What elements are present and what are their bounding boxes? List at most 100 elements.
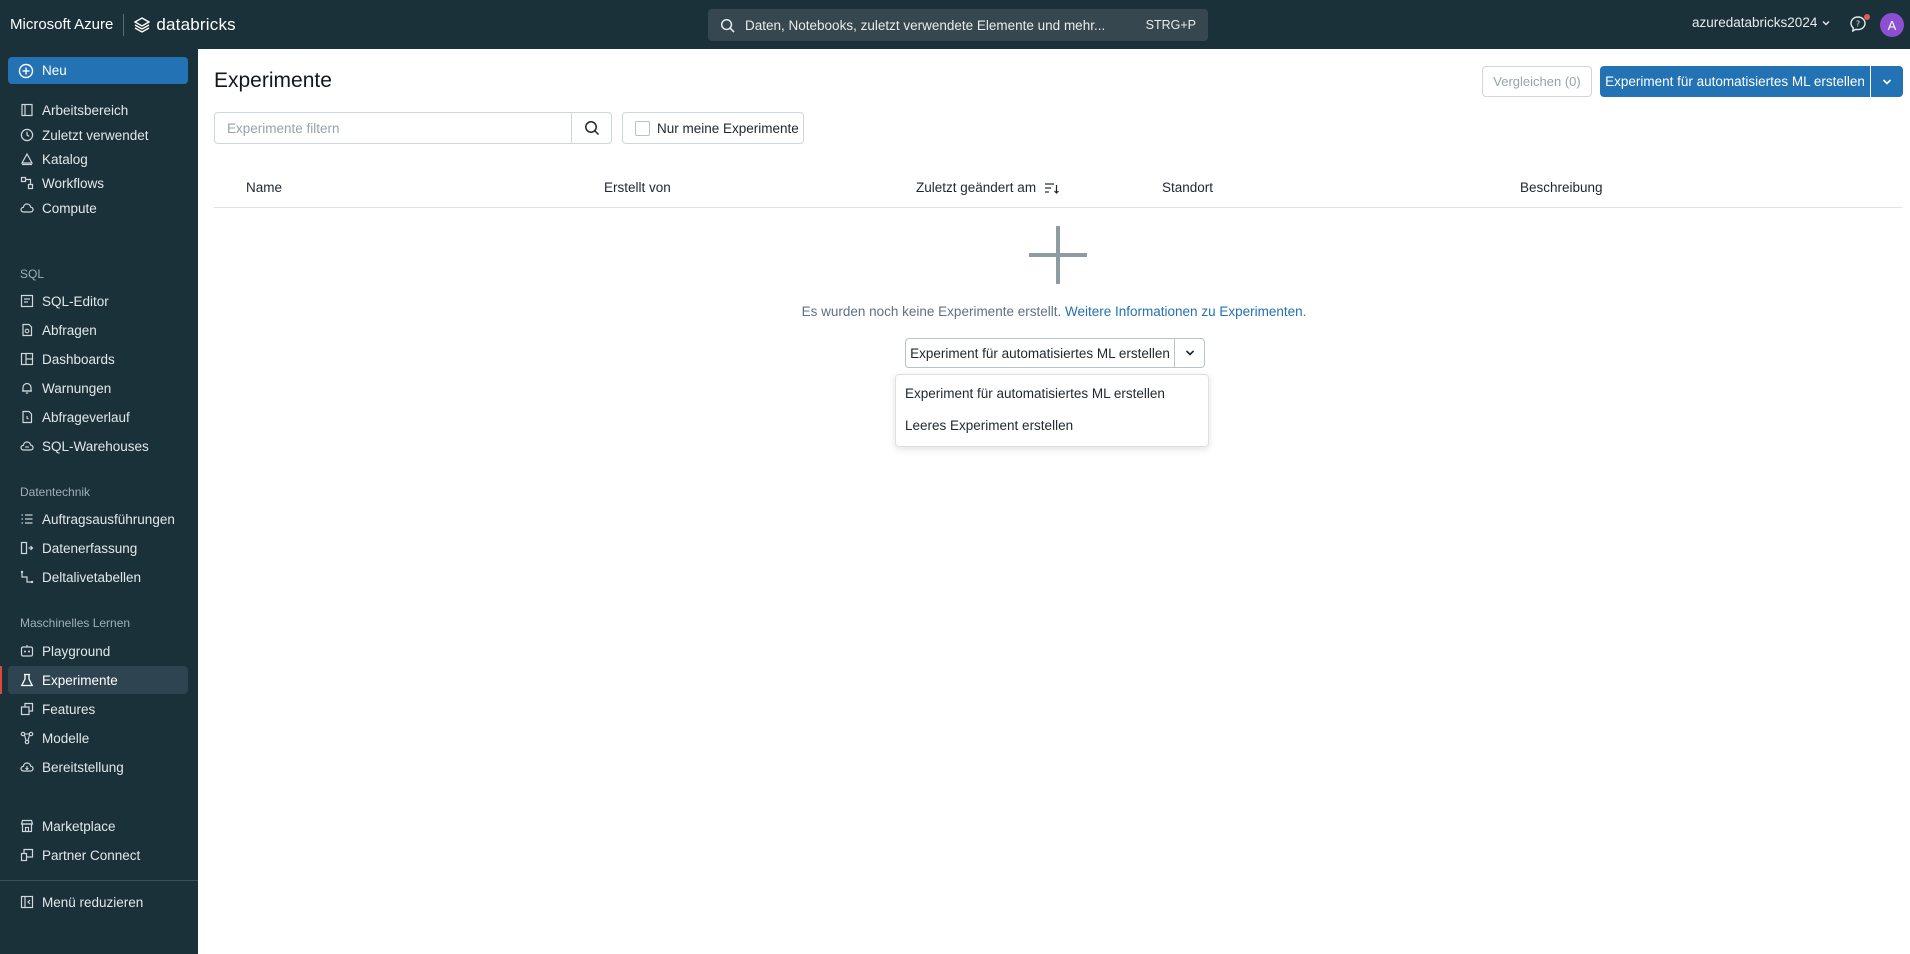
sidebar-item-job-runs[interactable]: Auftragsausführungen: [8, 505, 188, 533]
sidebar-item-label: Workflows: [42, 175, 105, 191]
experiments-table-header: Name Erstellt von Zuletzt geändert am St…: [214, 168, 1902, 208]
clock-icon: [20, 128, 34, 142]
global-search[interactable]: Daten, Notebooks, zuletzt verwendete Ele…: [708, 9, 1208, 41]
experiment-filter-input[interactable]: Experimente filtern: [214, 112, 572, 144]
sidebar-item-sql-editor[interactable]: SQL-Editor: [8, 287, 188, 315]
sidebar-item-label: Auftragsausführungen: [42, 511, 175, 527]
create-experiment-dropdown-toggle[interactable]: [1871, 66, 1903, 97]
filter-search-button[interactable]: [571, 112, 612, 144]
sidebar-item-marketplace[interactable]: Marketplace: [8, 812, 188, 840]
empty-state-text: Es wurden noch keine Experimente erstell…: [801, 304, 1062, 319]
learn-more-experiments-link[interactable]: Weitere Informationen zu Experimenten: [1065, 304, 1303, 319]
query-icon: [22, 323, 33, 337]
search-icon: [720, 18, 735, 33]
sidebar-item-label: Features: [42, 701, 96, 717]
serving-icon: [20, 762, 34, 772]
help-button[interactable]: ?: [1849, 14, 1870, 35]
column-header-description[interactable]: Beschreibung: [1520, 180, 1603, 195]
sidebar-divider: [0, 880, 198, 881]
column-header-label: Zuletzt geändert am: [916, 180, 1037, 195]
column-header-name[interactable]: Name: [246, 180, 282, 195]
databricks-logo: databricks: [134, 14, 236, 35]
sidebar-item-label: Menü reduzieren: [42, 894, 144, 910]
features-icon: [20, 702, 34, 716]
pipeline-icon: [20, 570, 34, 584]
column-header-location[interactable]: Standort: [1162, 180, 1213, 195]
sidebar-item-data-ingestion[interactable]: Datenerfassung: [8, 534, 188, 562]
avatar[interactable]: A: [1880, 13, 1904, 37]
notification-dot: [1864, 14, 1870, 20]
section-label-sql: SQL: [20, 267, 45, 281]
column-header-created-by[interactable]: Erstellt von: [604, 180, 671, 195]
sidebar-item-dashboards[interactable]: Dashboards: [8, 345, 188, 373]
empty-state-suffix: .: [1302, 304, 1307, 319]
sidebar-item-experiments[interactable]: Experimente: [0, 666, 188, 694]
sidebar-item-sql-warehouses[interactable]: SQL-Warehouses: [8, 432, 188, 460]
menu-item-create-automl-experiment[interactable]: Experiment für automatisiertes ML erstel…: [896, 378, 1208, 408]
databricks-logo-icon: [134, 16, 151, 33]
store-icon: [20, 819, 34, 833]
sidebar-item-workflows[interactable]: Workflows: [8, 169, 188, 197]
search-shortcut: STRG+P: [1145, 18, 1196, 32]
sidebar-item-alerts[interactable]: Warnungen: [8, 374, 188, 402]
plus-icon-vertical: [1056, 226, 1060, 284]
column-header-label: Erstellt von: [604, 180, 671, 195]
sidebar-item-label: Abfragen: [42, 322, 97, 338]
sidebar-item-label: Katalog: [42, 151, 88, 167]
job-runs-icon: [21, 514, 33, 524]
empty-state-message: Es wurden noch keine Experimente erstell…: [198, 304, 1910, 319]
new-button[interactable]: Neu: [8, 57, 188, 84]
empty-create-dropdown-toggle[interactable]: [1174, 338, 1205, 368]
sidebar-item-label: SQL-Editor: [42, 293, 109, 309]
sidebar-item-label: Modelle: [42, 730, 90, 746]
sidebar-item-label: Zuletzt verwendet: [42, 127, 149, 143]
sidebar-item-label: Compute: [42, 200, 97, 216]
workspace-switcher[interactable]: azuredatabricks2024: [1692, 15, 1831, 30]
bell-icon: [22, 382, 32, 394]
sidebar-item-features[interactable]: Features: [8, 695, 188, 723]
new-button-label: Neu: [42, 63, 67, 78]
sidebar-item-label: Deltalivetabellen: [42, 569, 142, 585]
brand[interactable]: Microsoft Azure databricks: [0, 0, 236, 49]
sidebar-item-playground[interactable]: Playground: [8, 637, 188, 665]
sidebar-item-queries[interactable]: Abfragen: [8, 316, 188, 344]
only-my-experiments-checkbox[interactable]: [635, 120, 650, 136]
workflows-icon: [20, 176, 34, 190]
svg-text:?: ?: [1856, 20, 1860, 29]
workspace-icon: [21, 103, 33, 117]
sidebar-item-partner-connect[interactable]: Partner Connect: [8, 841, 188, 869]
only-my-experiments-label: Nur meine Experimente: [657, 120, 799, 136]
sidebar-item-workspace[interactable]: Arbeitsbereich: [8, 96, 188, 124]
microsoft-azure-label: Microsoft Azure: [10, 16, 114, 33]
chevron-down-icon: [1822, 20, 1830, 25]
collapse-menu-button[interactable]: Menü reduzieren: [8, 888, 188, 916]
workspace-name: azuredatabricks2024: [1692, 15, 1818, 30]
sidebar-item-label: SQL-Warehouses: [42, 438, 149, 454]
compare-button[interactable]: Vergleichen (0): [1482, 66, 1592, 97]
sidebar-item-label: Datenerfassung: [42, 540, 138, 556]
menu-item-create-blank-experiment[interactable]: Leeres Experiment erstellen: [896, 410, 1208, 440]
databricks-wordmark: databricks: [156, 14, 236, 34]
page-title: Experimente: [214, 69, 332, 92]
empty-create-automl-button[interactable]: Experiment für automatisiertes ML erstel…: [905, 338, 1175, 368]
cloud-icon: [20, 203, 34, 213]
search-icon: [584, 121, 599, 136]
sidebar-item-models[interactable]: Modelle: [8, 724, 188, 752]
create-automl-experiment-button[interactable]: Experiment für automatisiertes ML erstel…: [1600, 66, 1870, 97]
only-my-experiments-toggle[interactable]: Nur meine Experimente: [622, 112, 804, 144]
collapse-sidebar-icon: [20, 895, 34, 909]
sidebar-item-query-history[interactable]: Abfrageverlauf: [8, 403, 188, 431]
sidebar-item-compute[interactable]: Compute: [8, 194, 188, 222]
catalog-icon: [20, 152, 34, 166]
partner-icon: [20, 848, 34, 862]
chevron-down-icon: [1185, 350, 1194, 356]
sidebar-item-label: Warnungen: [42, 380, 112, 396]
sidebar-item-label: Partner Connect: [42, 847, 141, 863]
empty-state-plus-icon: [1029, 226, 1087, 284]
models-icon: [20, 731, 34, 745]
sidebar-item-serving[interactable]: Bereitstellung: [8, 753, 188, 781]
sidebar-item-delta-live-tables[interactable]: Deltalivetabellen: [8, 563, 188, 591]
flask-icon: [20, 673, 34, 687]
column-header-last-modified[interactable]: Zuletzt geändert am: [916, 180, 1060, 195]
history-icon: [22, 410, 33, 424]
